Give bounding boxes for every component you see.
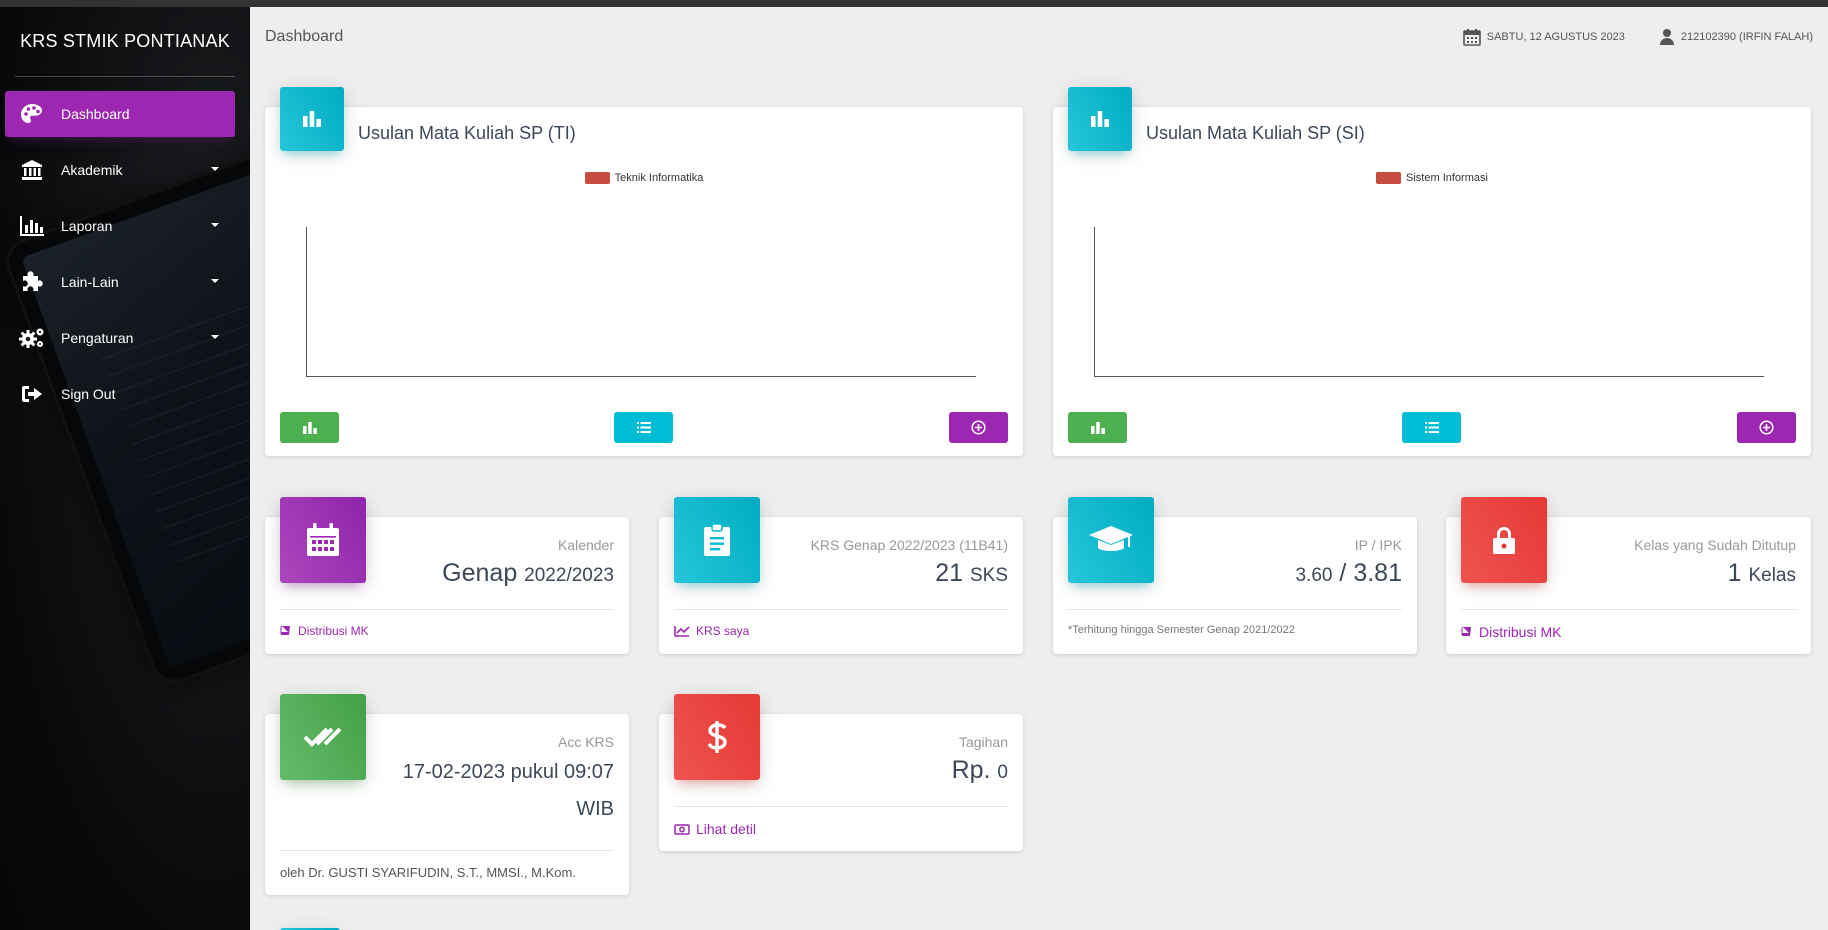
user-icon <box>1659 29 1674 45</box>
book-icon <box>1461 626 1471 636</box>
acc-date: 17-02-2023 pukul 09:07 <box>402 761 614 783</box>
brand-title[interactable]: KRS STMIK PONTIANAK <box>15 7 235 77</box>
legend-swatch <box>1376 172 1402 184</box>
lihat-detil-link[interactable]: Lihat detil <box>674 806 1008 837</box>
acc-approver: oleh Dr. GUSTI SYARIFUDIN, S.T., MMSI., … <box>280 850 614 880</box>
stat-category: KRS Genap 2022/2023 (11B41) <box>810 537 1008 553</box>
chart-card-ti: Usulan Mata Kuliah SP (TI) Teknik Inform… <box>265 87 1023 456</box>
acc-timezone: WIB <box>576 798 614 820</box>
date-display: SABTU, 12 AGUSTUS 2023 <box>1462 28 1625 46</box>
institution-icon <box>17 158 47 182</box>
list-view-button[interactable] <box>1402 412 1461 443</box>
chart-view-button[interactable] <box>280 412 339 443</box>
list-view-button[interactable] <box>614 412 673 443</box>
plus-circle-icon <box>971 420 986 435</box>
legend-swatch <box>584 172 610 184</box>
stat-value: 1 Kelas <box>1727 559 1796 587</box>
sidebar-item-dashboard[interactable]: Dashboard <box>5 91 235 137</box>
tagihan-card: Tagihan Rp. 0 Lihat detil <box>659 694 1023 851</box>
graduation-cap-icon <box>1068 497 1154 583</box>
sidebar-item-laporan[interactable]: Laporan <box>5 203 235 249</box>
sidebar-item-label: Laporan <box>61 218 113 234</box>
sidebar-item-lain-lain[interactable]: Lain-Lain <box>5 259 235 305</box>
top-strip <box>0 0 1828 7</box>
stat-category: Kelas yang Sudah Ditutup <box>1634 537 1796 553</box>
list-icon <box>1424 422 1439 433</box>
sidebar-menu: Dashboard Akademik Laporan Lain-Lain Pen… <box>0 91 250 417</box>
bar-chart-icon <box>17 214 47 238</box>
chart-legend[interactable]: Sistem Informasi <box>1053 172 1811 184</box>
chart-title: Usulan Mata Kuliah SP (SI) <box>1146 123 1365 143</box>
chart-plot-area <box>1094 227 1764 377</box>
sidebar-item-label: Sign Out <box>61 386 116 402</box>
bar-chart-icon <box>280 87 344 151</box>
distribusi-mk-link[interactable]: Distribusi MK <box>1461 609 1796 640</box>
list-icon <box>636 422 651 433</box>
sidebar: KRS STMIK PONTIANAK Dashboard Akademik L… <box>0 7 250 930</box>
stat-category: Tagihan <box>958 734 1008 750</box>
line-chart-icon <box>674 626 690 637</box>
bar-chart-icon <box>1090 421 1105 434</box>
chart-legend[interactable]: Teknik Informatika <box>265 172 1023 184</box>
sidebar-item-label: Pengaturan <box>61 330 134 346</box>
calendar-icon <box>280 497 366 583</box>
ip-ipk-card: IP / IPK 3.60 / 3.81 *Terhitung hingga S… <box>1053 497 1417 654</box>
kalender-card: Kalender Genap 2022/2023 Distribusi MK <box>265 497 629 654</box>
caret-down-icon <box>211 223 219 227</box>
add-button[interactable] <box>949 412 1008 443</box>
lock-icon <box>1461 497 1547 583</box>
palette-icon <box>17 102 47 126</box>
user-name: 212102390 (IRFIN FALAH) <box>1680 31 1813 43</box>
dollar-icon <box>674 694 760 780</box>
distribusi-mk-link[interactable]: Distribusi MK <box>280 609 614 638</box>
calendar-icon <box>1462 29 1481 46</box>
sidebar-item-sign-out[interactable]: Sign Out <box>5 371 235 417</box>
legend-label: Teknik Informatika <box>614 172 704 184</box>
money-icon <box>674 823 690 835</box>
krs-saya-link[interactable]: KRS saya <box>674 609 1008 638</box>
sign-out-icon <box>17 382 47 406</box>
caret-down-icon <box>211 167 219 171</box>
caret-down-icon <box>211 335 219 339</box>
main-panel: Dashboard SABTU, 12 AGUSTUS 2023 2121023… <box>250 7 1828 930</box>
chart-view-button[interactable] <box>1068 412 1127 443</box>
caret-down-icon <box>211 279 219 283</box>
kelas-ditutup-card: Kelas yang Sudah Ditutup 1 Kelas Distrib… <box>1446 497 1811 654</box>
date-text: SABTU, 12 AGUSTUS 2023 <box>1486 31 1625 43</box>
krs-card: KRS Genap 2022/2023 (11B41) 21 SKS KRS s… <box>659 497 1023 654</box>
sidebar-item-label: Dashboard <box>61 106 130 122</box>
stat-category: Kalender <box>557 537 614 553</box>
sidebar-item-label: Akademik <box>61 162 123 178</box>
chart-plot-area <box>306 227 976 377</box>
bar-chart-icon <box>302 421 317 434</box>
stat-value: 21 SKS <box>935 559 1008 587</box>
stat-category: IP / IPK <box>1354 537 1402 553</box>
clipboard-icon <box>674 497 760 583</box>
sidebar-item-label: Lain-Lain <box>61 274 119 290</box>
stat-value: Genap 2022/2023 <box>442 559 614 587</box>
gears-icon <box>17 326 47 350</box>
double-check-icon <box>280 694 366 780</box>
ip-note: *Terhitung hingga Semester Genap 2021/20… <box>1068 609 1402 636</box>
chart-card-si: Usulan Mata Kuliah SP (SI) Sistem Inform… <box>1053 87 1811 456</box>
puzzle-icon <box>17 270 47 294</box>
bar-chart-icon <box>1068 87 1132 151</box>
sidebar-item-akademik[interactable]: Akademik <box>5 147 235 193</box>
add-button[interactable] <box>1737 412 1796 443</box>
legend-label: Sistem Informasi <box>1406 172 1488 184</box>
book-icon <box>280 625 290 635</box>
page-title[interactable]: Dashboard <box>265 28 1429 46</box>
sidebar-item-pengaturan[interactable]: Pengaturan <box>5 315 235 361</box>
user-menu[interactable]: 212102390 (IRFIN FALAH) <box>1659 28 1813 46</box>
top-navbar: Dashboard SABTU, 12 AGUSTUS 2023 2121023… <box>250 7 1828 67</box>
stat-value: Rp. 0 <box>951 756 1008 784</box>
acc-krs-card: Acc KRS 17-02-2023 pukul 09:07 WIB oleh … <box>265 694 629 895</box>
chart-title: Usulan Mata Kuliah SP (TI) <box>358 123 576 143</box>
plus-circle-icon <box>1759 420 1774 435</box>
stat-category: Acc KRS <box>557 734 614 750</box>
stat-value: 3.60 / 3.81 <box>1295 559 1402 587</box>
